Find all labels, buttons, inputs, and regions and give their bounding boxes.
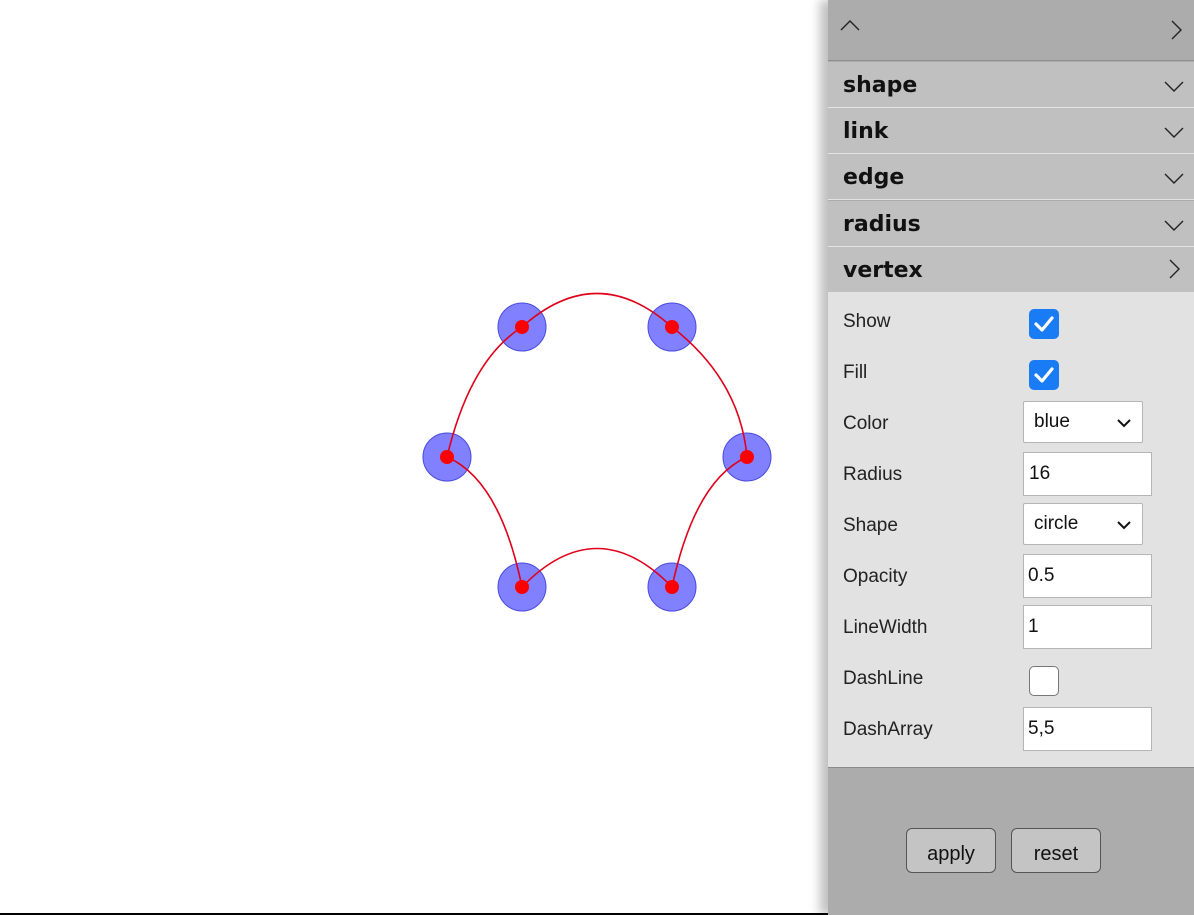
chevron-down-icon[interactable] — [1164, 168, 1184, 188]
graph-canvas[interactable] — [0, 0, 828, 913]
opacity-input-value: 0.5 — [1028, 565, 1055, 586]
chevron-right-icon[interactable] — [1164, 259, 1184, 279]
vertex-center-dot — [665, 320, 679, 334]
section-edge-title: edge — [843, 165, 905, 190]
section-shape-title: shape — [843, 73, 918, 98]
vertex-settings: Show Fill Color blue Radius 16 Shape cir… — [828, 293, 1194, 768]
section-vertex-title: vertex — [843, 258, 923, 283]
dasharray-input[interactable]: 5,5 — [1023, 707, 1152, 751]
section-vertex[interactable]: vertex — [828, 247, 1194, 293]
dasharray-input-value: 5,5 — [1028, 718, 1055, 739]
chevron-up-icon[interactable] — [840, 16, 860, 36]
color-select-value: blue — [1034, 411, 1070, 432]
chevron-down-icon[interactable] — [1164, 215, 1184, 235]
linewidth-label: LineWidth — [843, 617, 928, 638]
chevron-right-icon[interactable] — [1166, 20, 1186, 40]
chevron-down-icon — [1117, 521, 1131, 530]
vertex-center-dot — [515, 320, 529, 334]
section-edge[interactable]: edge — [828, 154, 1194, 200]
chevron-down-icon[interactable] — [1164, 76, 1184, 96]
opacity-input[interactable]: 0.5 — [1023, 554, 1152, 598]
dashline-checkbox[interactable] — [1029, 666, 1059, 696]
vertex-center-dot — [665, 580, 679, 594]
vertex-center-dot — [440, 450, 454, 464]
section-radius[interactable]: radius — [828, 201, 1194, 247]
section-link-title: link — [843, 119, 889, 144]
opacity-label: Opacity — [843, 566, 908, 587]
shape-label: Shape — [843, 515, 898, 536]
shape-select[interactable]: circle — [1023, 503, 1143, 545]
shape-select-value: circle — [1034, 513, 1079, 534]
apply-button[interactable]: apply — [906, 828, 996, 873]
vertex-center-dot — [515, 580, 529, 594]
reset-button[interactable]: reset — [1011, 828, 1101, 873]
radius-label: Radius — [843, 464, 903, 485]
settings-panel: shape link edge radius vertex Show Fill — [828, 0, 1194, 915]
radius-input-value: 16 — [1029, 463, 1051, 484]
color-select[interactable]: blue — [1023, 401, 1143, 443]
radius-input[interactable]: 16 — [1023, 452, 1152, 496]
fill-checkbox[interactable] — [1029, 360, 1059, 390]
linewidth-input[interactable]: 1 — [1023, 605, 1152, 649]
checkmark-icon — [1034, 367, 1054, 383]
chevron-down-icon[interactable] — [1164, 122, 1184, 142]
dashline-label: DashLine — [843, 668, 924, 689]
section-radius-title: radius — [843, 212, 921, 237]
chevron-down-icon — [1117, 419, 1131, 428]
checkmark-icon — [1034, 316, 1054, 332]
linewidth-input-value: 1 — [1028, 616, 1039, 637]
fill-label: Fill — [843, 362, 868, 383]
dasharray-label: DashArray — [843, 719, 933, 740]
show-label: Show — [843, 311, 891, 332]
panel-header — [828, 0, 1194, 61]
vertex-center-dot — [740, 450, 754, 464]
show-checkbox[interactable] — [1029, 309, 1059, 339]
color-label: Color — [843, 413, 889, 434]
section-link[interactable]: link — [828, 108, 1194, 154]
section-shape[interactable]: shape — [828, 62, 1194, 108]
graph-drawing[interactable] — [0, 0, 828, 913]
